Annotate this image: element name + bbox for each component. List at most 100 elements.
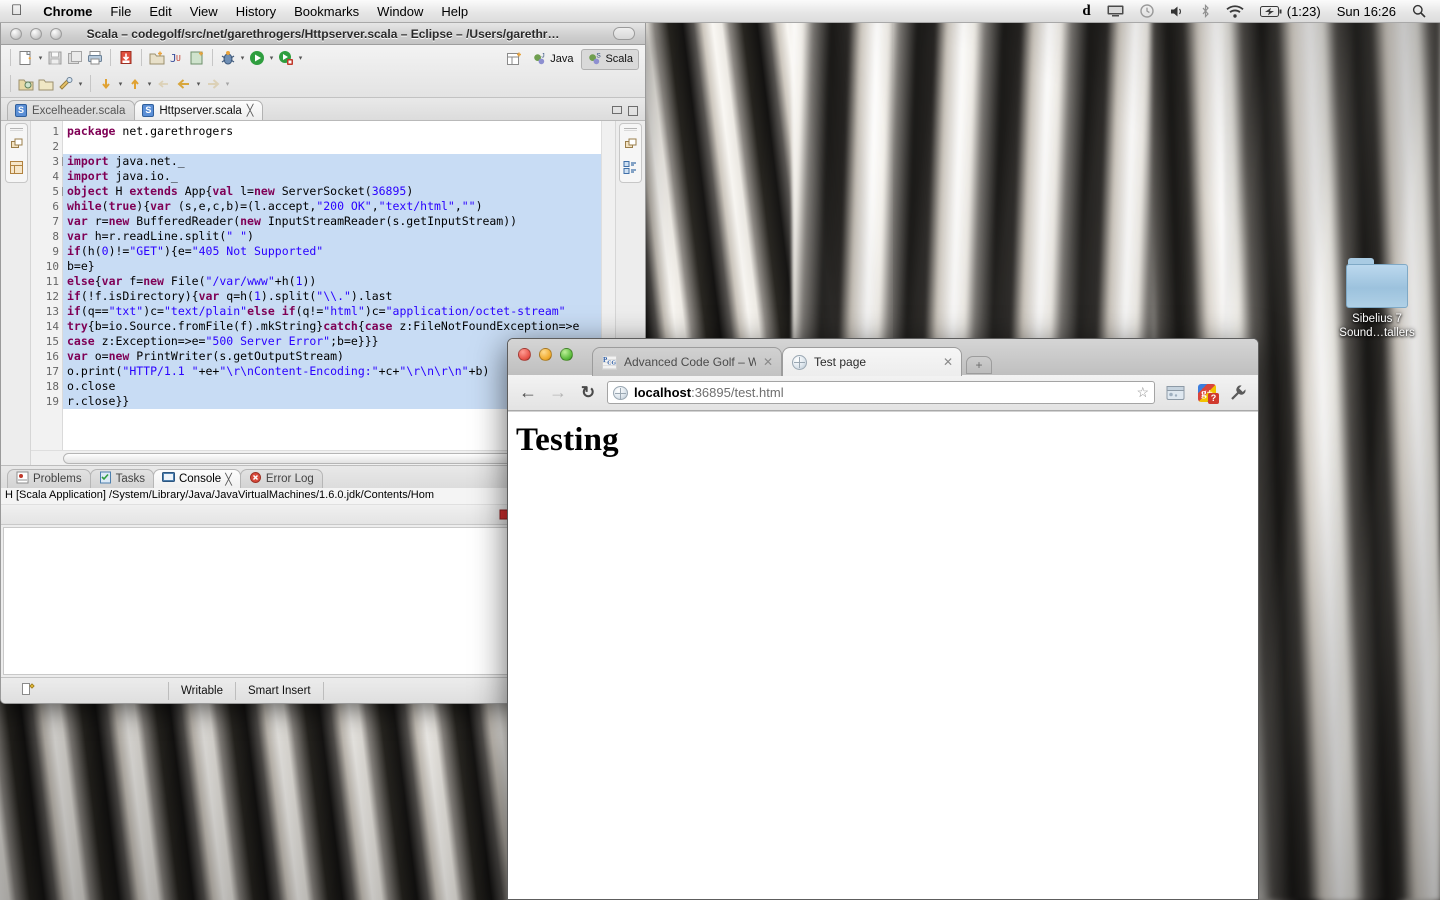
tab-console[interactable]: Console ╳: [152, 469, 241, 488]
display-icon[interactable]: [1099, 5, 1132, 17]
chrome-tab-code-golf[interactable]: PCG Advanced Code Golf – Write ✕: [592, 347, 782, 376]
chrome-toolbar[interactable]: ← → ↻ localhost:36895/test.html ☆ g+ ?: [508, 375, 1258, 411]
code-line[interactable]: else{var f=new File("/var/www"+h(1)): [63, 274, 615, 289]
forward-arrow-icon[interactable]: →: [547, 382, 569, 404]
eclipse-toolbar[interactable]: ▾ JU ▾ ▾ ▾ ▾ ▾ ▾ ▾ ▾ J Java S Scala: [1, 45, 645, 98]
chrome-tab-close-icon[interactable]: ✕: [763, 355, 773, 369]
perspective-java-button[interactable]: J Java: [527, 50, 578, 69]
right-rail-buttons[interactable]: [619, 123, 642, 183]
chrome-tab-test-page[interactable]: Test page ✕: [782, 347, 962, 376]
previous-annotation-dropdown-icon[interactable]: ▾: [145, 74, 154, 94]
eclipse-minimize-button[interactable]: [30, 27, 42, 40]
code-line[interactable]: object H extends App{val l=new ServerSoc…: [63, 184, 615, 199]
left-rail-buttons[interactable]: [5, 123, 28, 183]
eclipse-toolbar-toggle-button[interactable]: [613, 27, 635, 40]
perspective-switcher[interactable]: J Java S Scala: [504, 48, 639, 70]
new-tab-button[interactable]: +: [966, 356, 992, 374]
new-wizard-dropdown-icon[interactable]: ▾: [36, 48, 45, 68]
menu-item-file[interactable]: File: [101, 4, 140, 19]
desktop-folder-sibelius[interactable]: Sibelius 7 Sound…tallers: [1324, 258, 1430, 340]
tab-tasks[interactable]: Tasks: [89, 469, 154, 488]
menu-item-help[interactable]: Help: [432, 4, 477, 19]
save-icon[interactable]: [45, 48, 65, 68]
eclipse-toolbar-row-2[interactable]: ▾ ▾ ▾ ▾ ▾: [1, 70, 645, 97]
open-type-icon[interactable]: [16, 74, 36, 94]
back-navigation-dropdown-icon[interactable]: ▾: [194, 74, 203, 94]
previous-annotation-icon[interactable]: [125, 74, 145, 94]
tab-error-log[interactable]: Error Log: [239, 469, 323, 488]
wifi-icon[interactable]: [1218, 4, 1252, 18]
star-icon[interactable]: ☆: [1136, 384, 1149, 401]
chrome-minimize-button[interactable]: [539, 348, 552, 361]
code-line[interactable]: var h=r.readLine.split(" "): [63, 229, 615, 244]
new-wizard-icon[interactable]: [16, 48, 36, 68]
new-junit-test-icon[interactable]: JU: [167, 48, 187, 68]
code-line[interactable]: if(q=="txt")c="text/plain"else if(q!="ht…: [63, 304, 615, 319]
run-dropdown-icon[interactable]: ▾: [267, 48, 276, 68]
back-navigation-icon[interactable]: [174, 74, 194, 94]
code-line[interactable]: b=e}: [63, 259, 615, 274]
code-line[interactable]: import java.net._: [63, 154, 615, 169]
debug-icon[interactable]: [218, 48, 238, 68]
restore-view-icon[interactable]: [10, 137, 24, 154]
editor-maximize-icon[interactable]: [628, 106, 638, 116]
eclipse-window-controls[interactable]: [1, 27, 62, 40]
search-icon[interactable]: [56, 74, 76, 94]
back-arrow-icon[interactable]: ←: [517, 382, 539, 404]
code-line[interactable]: var r=new BufferedReader(new InputStream…: [63, 214, 615, 229]
chrome-zoom-button[interactable]: [560, 348, 573, 361]
menu-item-window[interactable]: Window: [368, 4, 432, 19]
left-fast-view-bar[interactable]: [1, 121, 31, 465]
clock-icon[interactable]: [1132, 4, 1162, 18]
print-icon[interactable]: [85, 48, 105, 68]
tab-close-icon[interactable]: ╳: [225, 473, 232, 486]
eclipse-title-bar[interactable]: Scala – codegolf/src/net/garethrogers/Ht…: [1, 23, 645, 45]
wrench-menu-icon[interactable]: [1227, 382, 1249, 404]
run-external-tools-icon[interactable]: [276, 48, 296, 68]
chrome-tab-close-icon[interactable]: ✕: [943, 355, 953, 369]
forward-navigation-dropdown-icon[interactable]: ▾: [223, 74, 232, 94]
search-dropdown-icon[interactable]: ▾: [76, 74, 85, 94]
new-scala-class-icon[interactable]: [187, 48, 207, 68]
chrome-browser-window[interactable]: PCG Advanced Code Golf – Write ✕ Test pa…: [507, 338, 1259, 900]
eclipse-zoom-button[interactable]: [50, 27, 62, 40]
editor-tab-bar[interactable]: S Excelheader.scala S Httpserver.scala ╳: [1, 98, 645, 121]
dropbox-status-icon[interactable]: d: [1074, 3, 1098, 20]
next-annotation-icon[interactable]: [96, 74, 116, 94]
debug-dropdown-icon[interactable]: ▾: [238, 48, 247, 68]
editor-minimize-icon[interactable]: [612, 106, 622, 114]
last-edit-location-icon[interactable]: [154, 74, 174, 94]
perspective-scala-button[interactable]: S Scala: [581, 48, 639, 70]
editor-tab-excelheader[interactable]: S Excelheader.scala: [7, 100, 136, 120]
run-icon[interactable]: [247, 48, 267, 68]
outline-view-icon[interactable]: [623, 160, 638, 178]
new-scala-project-icon[interactable]: [147, 48, 167, 68]
export-icon[interactable]: [116, 48, 136, 68]
editor-tab-close-icon[interactable]: ╳: [247, 104, 254, 117]
code-line[interactable]: if(!f.isDirectory){var q=h(1).split("\\.…: [63, 289, 615, 304]
open-resource-icon[interactable]: [36, 74, 56, 94]
editor-tab-httpserver[interactable]: S Httpserver.scala ╳: [134, 100, 264, 120]
menu-item-view[interactable]: View: [181, 4, 227, 19]
external-tools-dropdown-icon[interactable]: ▾: [296, 48, 305, 68]
eclipse-close-button[interactable]: [10, 27, 22, 40]
menu-item-chrome[interactable]: Chrome: [34, 4, 101, 19]
forward-navigation-icon[interactable]: [203, 74, 223, 94]
code-line[interactable]: [63, 139, 615, 154]
address-bar[interactable]: localhost:36895/test.html ☆: [607, 381, 1155, 404]
restore-view-icon[interactable]: [624, 137, 638, 154]
menu-item-bookmarks[interactable]: Bookmarks: [285, 4, 368, 19]
volume-icon[interactable]: [1162, 5, 1193, 18]
window-extension-icon[interactable]: [1163, 381, 1187, 405]
menu-item-history[interactable]: History: [227, 4, 285, 19]
code-line[interactable]: if(h(0)!="GET"){e="405 Not Supported": [63, 244, 615, 259]
chrome-tab-strip[interactable]: PCG Advanced Code Golf – Write ✕ Test pa…: [508, 339, 1258, 376]
open-perspective-icon[interactable]: [504, 49, 524, 69]
rail-grip[interactable]: [10, 128, 23, 131]
menu-item-edit[interactable]: Edit: [140, 4, 180, 19]
next-annotation-dropdown-icon[interactable]: ▾: [116, 74, 125, 94]
reload-icon[interactable]: ↻: [577, 382, 599, 404]
google-plus-extension-icon[interactable]: g+ ?: [1195, 381, 1219, 405]
battery-icon[interactable]: [1252, 5, 1285, 17]
save-all-icon[interactable]: [65, 48, 85, 68]
